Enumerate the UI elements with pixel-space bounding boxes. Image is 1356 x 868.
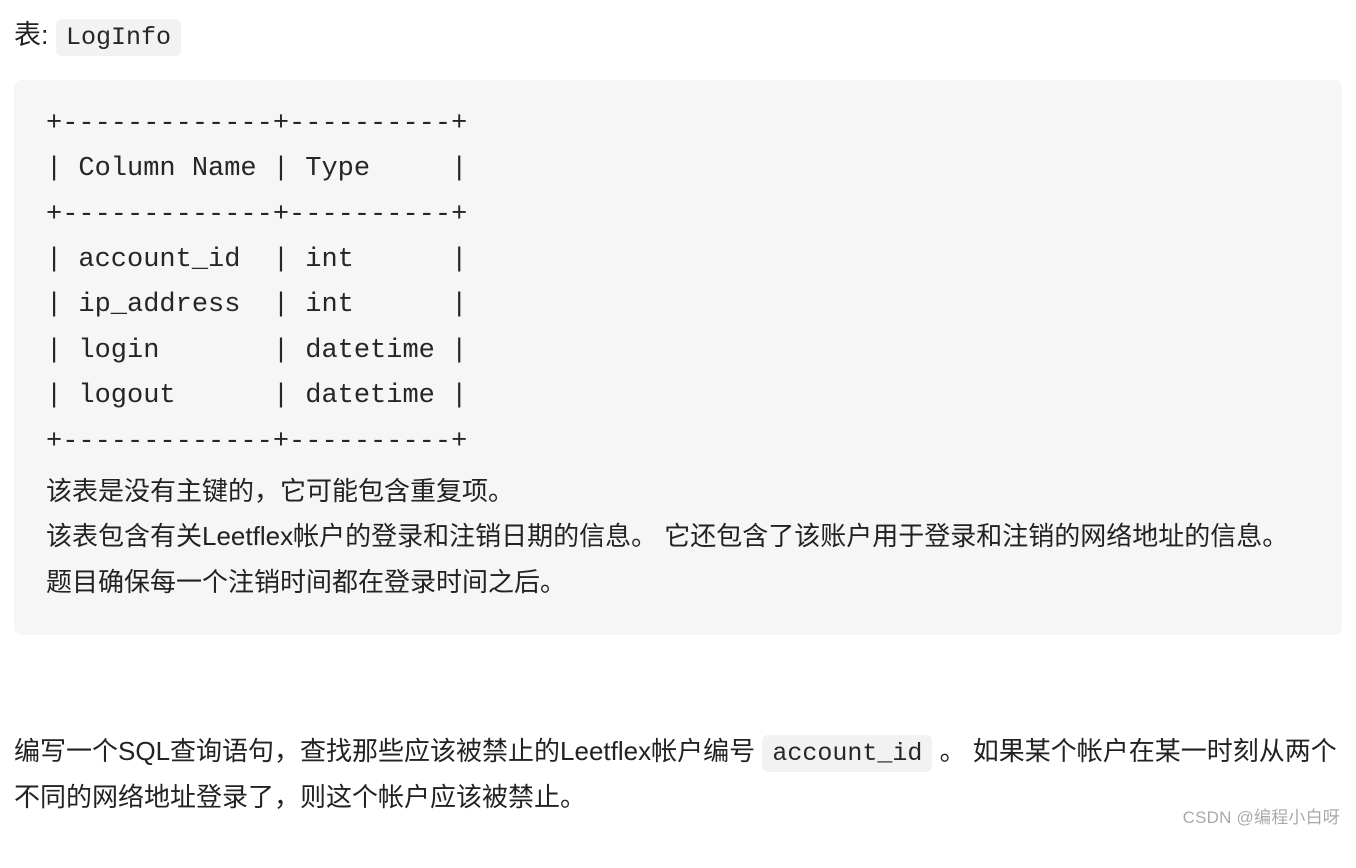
question-code: account_id	[762, 735, 932, 772]
title-line: 表: LogInfo	[14, 14, 1342, 58]
schema-ascii: +-------------+----------+ | Column Name…	[46, 102, 1310, 465]
question-paragraph: 编写一个SQL查询语句，查找那些应该被禁止的Leetflex帐户编号 accou…	[14, 729, 1342, 820]
schema-desc-line2: 该表包含有关Leetflex帐户的登录和注销日期的信息。 它还包含了该账户用于登…	[46, 514, 1310, 560]
schema-desc-line1: 该表是没有主键的，它可能包含重复项。	[46, 469, 1310, 515]
title-prefix: 表:	[14, 20, 56, 50]
table-name-code: LogInfo	[56, 19, 181, 56]
schema-description: 该表是没有主键的，它可能包含重复项。 该表包含有关Leetflex帐户的登录和注…	[46, 469, 1310, 606]
schema-block: +-------------+----------+ | Column Name…	[14, 80, 1342, 635]
watermark: CSDN @编程小白呀	[1183, 803, 1340, 828]
question-part1: 编写一个SQL查询语句，查找那些应该被禁止的Leetflex帐户编号	[14, 736, 762, 766]
schema-desc-line3: 题目确保每一个注销时间都在登录时间之后。	[46, 560, 1310, 606]
